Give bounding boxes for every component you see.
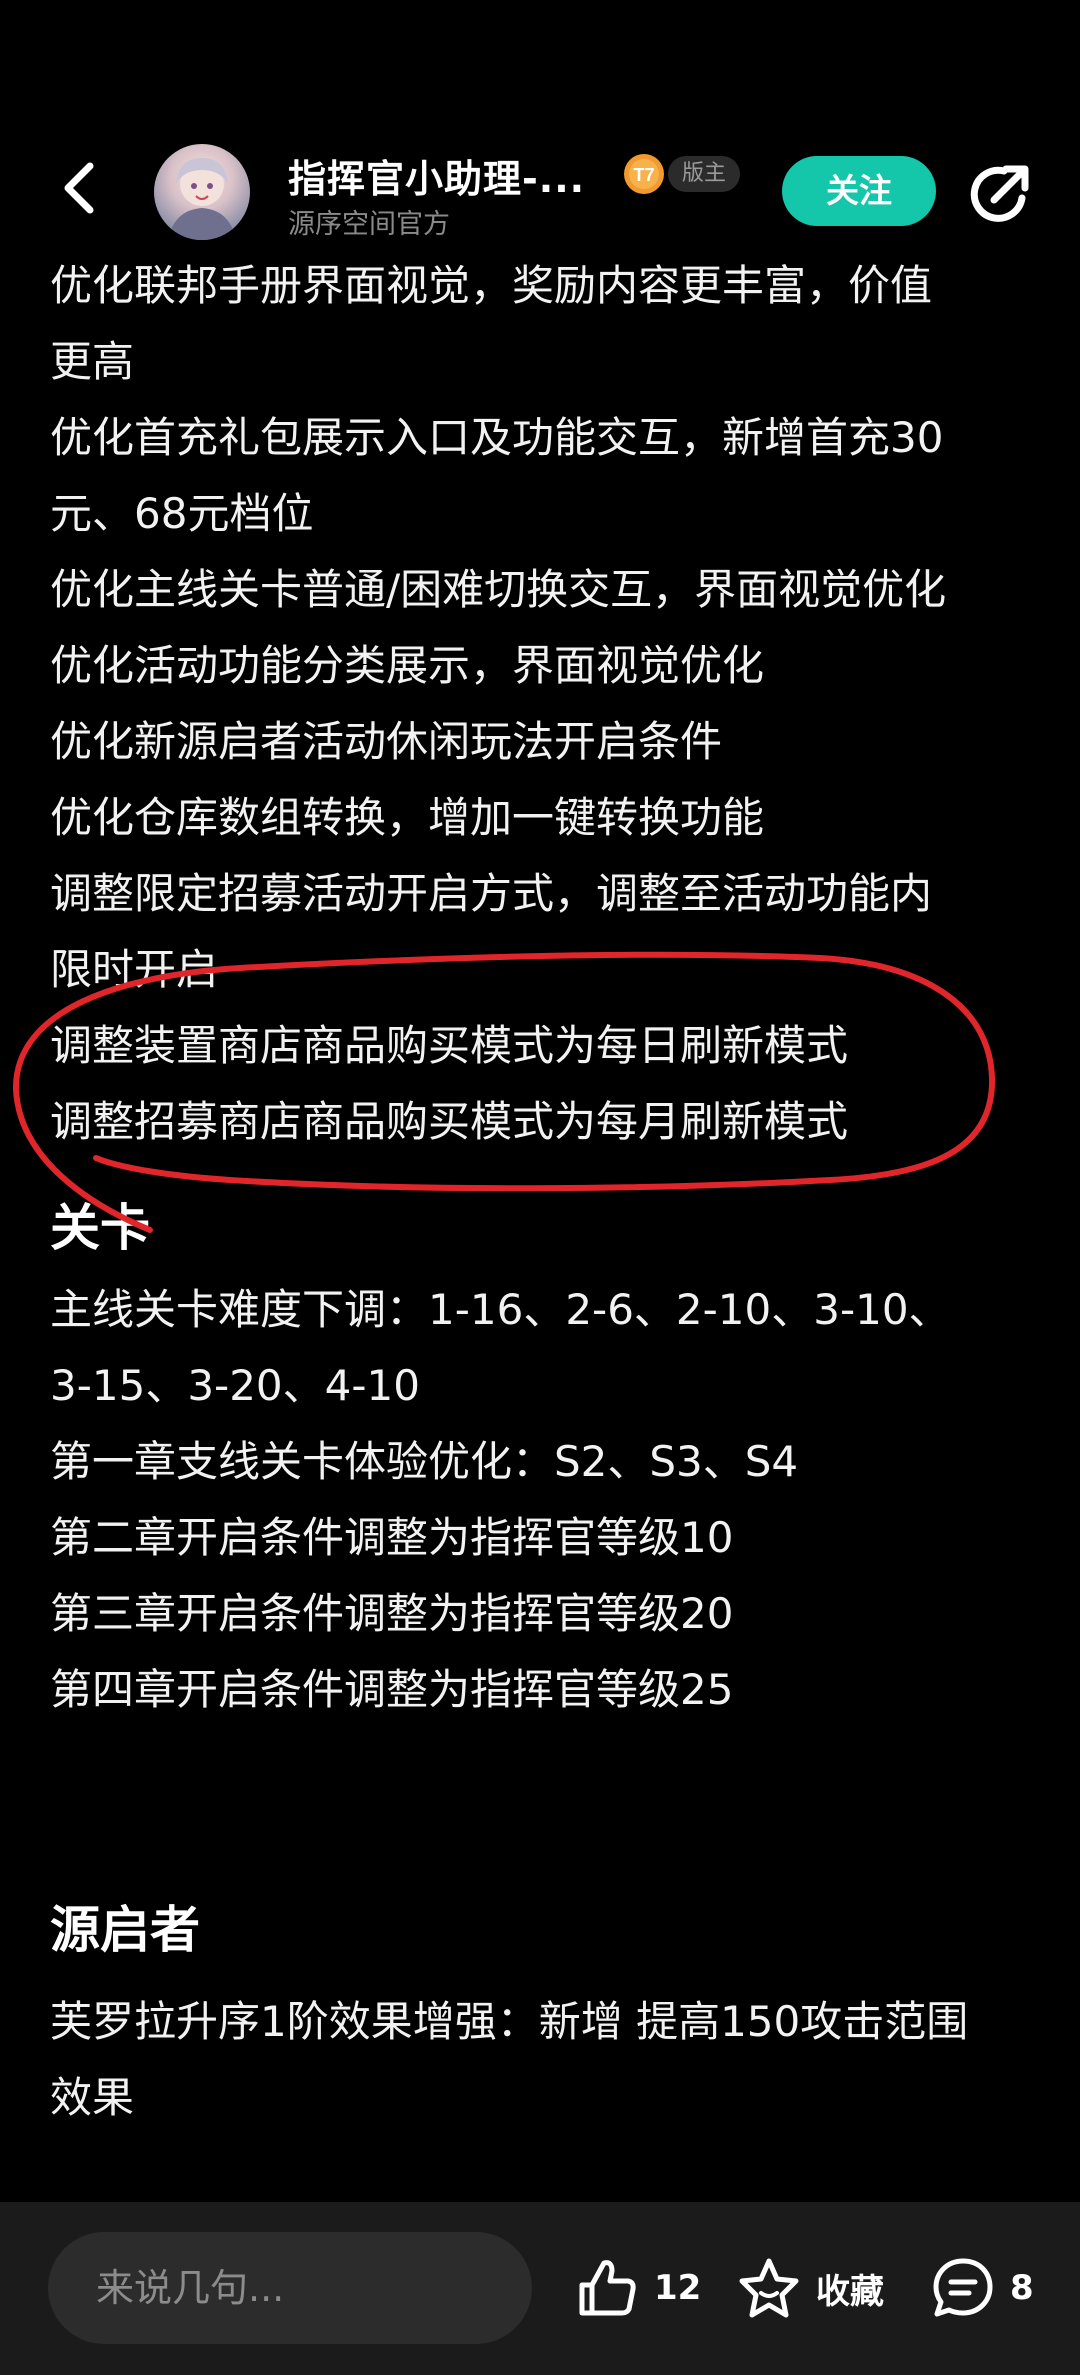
back-button[interactable] [40,148,120,228]
section-list: 主线关卡难度下调：1-16、2-6、2-10、3-10、 3-15、3-20、4… [50,1272,1040,1728]
text-line: 限时开启 [50,945,219,994]
text-line: 芙罗拉升序1阶效果增强：新增 提高150攻击范围 [50,1997,969,2046]
text-line: 效果 [50,2073,135,2122]
text-line: 优化联邦手册界面视觉，奖励内容更丰富，价值 [50,261,933,310]
level-badge-text: T7 [633,165,654,185]
level-badge-icon: T7 [624,154,664,194]
text-line: 3-15、3-20、4-10 [50,1361,420,1410]
text-line: 第四章开启条件调整为指挥官等级25 [50,1665,734,1714]
text-line: 优化主线关卡普通/困难切换交互，界面视觉优化 [50,565,947,614]
follow-button[interactable]: 关注 [782,156,936,226]
section-list: 芙罗拉升序1阶效果增强：新增 提高150攻击范围 效果 [50,1984,1040,2136]
text-line: 优化新源启者活动休闲玩法开启条件 [50,717,723,766]
text-line: 元、68元档位 [50,489,314,538]
comment-count: 8 [1010,2268,1034,2308]
author-subtitle: 源序空间官方 [288,209,450,240]
post-content: 优化联邦手册界面视觉，奖励内容更丰富，价值 更高 优化首充礼包展示入口及功能交互… [50,248,1040,2136]
comment-bubble-icon [933,2258,993,2317]
text-line: 更高 [50,337,135,386]
author-name[interactable]: 指挥官小助理-... [288,148,585,203]
intro-list: 优化联邦手册界面视觉，奖励内容更丰富，价值 更高 优化首充礼包展示入口及功能交互… [50,248,1040,1160]
like-count: 12 [654,2268,702,2308]
collect-label: 收藏 [816,2271,884,2312]
text-line: 第一章支线关卡体验优化：S2、S3、S4 [50,1437,799,1486]
text-line: 调整限定招募活动开启方式，调整至活动功能内 [50,869,933,918]
thumbs-up-icon [579,2260,636,2316]
avatar-image [168,158,236,240]
text-line: 调整招募商店商品购买模式为每月刷新模式 [50,1097,849,1146]
text-line: 优化仓库数组转换，增加一键转换功能 [50,793,765,842]
chevron-left-icon [64,162,94,214]
avatar[interactable] [154,144,250,240]
text-line: 优化活动功能分类展示，界面视觉优化 [50,641,765,690]
like-button[interactable]: 12 [574,2250,701,2326]
text-line: 调整装置商店商品购买模式为每日刷新模式 [50,1021,849,1070]
collect-button[interactable]: 收藏 [736,2250,884,2326]
share-icon [970,165,1029,222]
text-line: 主线关卡难度下调：1-16、2-6、2-10、3-10、 [50,1285,951,1334]
bottom-action-bar: 来说几句... 12 收藏 8 [0,2202,1080,2375]
role-badge: 版主 [668,156,741,192]
text-line: 优化首充礼包展示入口及功能交互，新增首充30 [50,413,944,462]
text-line: 第二章开启条件调整为指挥官等级10 [50,1513,734,1562]
star-icon [739,2258,799,2318]
section-title: 关卡 [50,1199,150,1257]
section-title: 源启者 [50,1901,200,1959]
comment-button[interactable]: 8 [930,2250,1034,2326]
share-button[interactable] [964,158,1036,230]
text-line: 第三章开启条件调整为指挥官等级20 [50,1589,734,1638]
comment-input[interactable]: 来说几句... [48,2232,532,2344]
top-app-bar: 指挥官小助理-... T7 版主 源序空间官方 关注 [0,0,1080,258]
